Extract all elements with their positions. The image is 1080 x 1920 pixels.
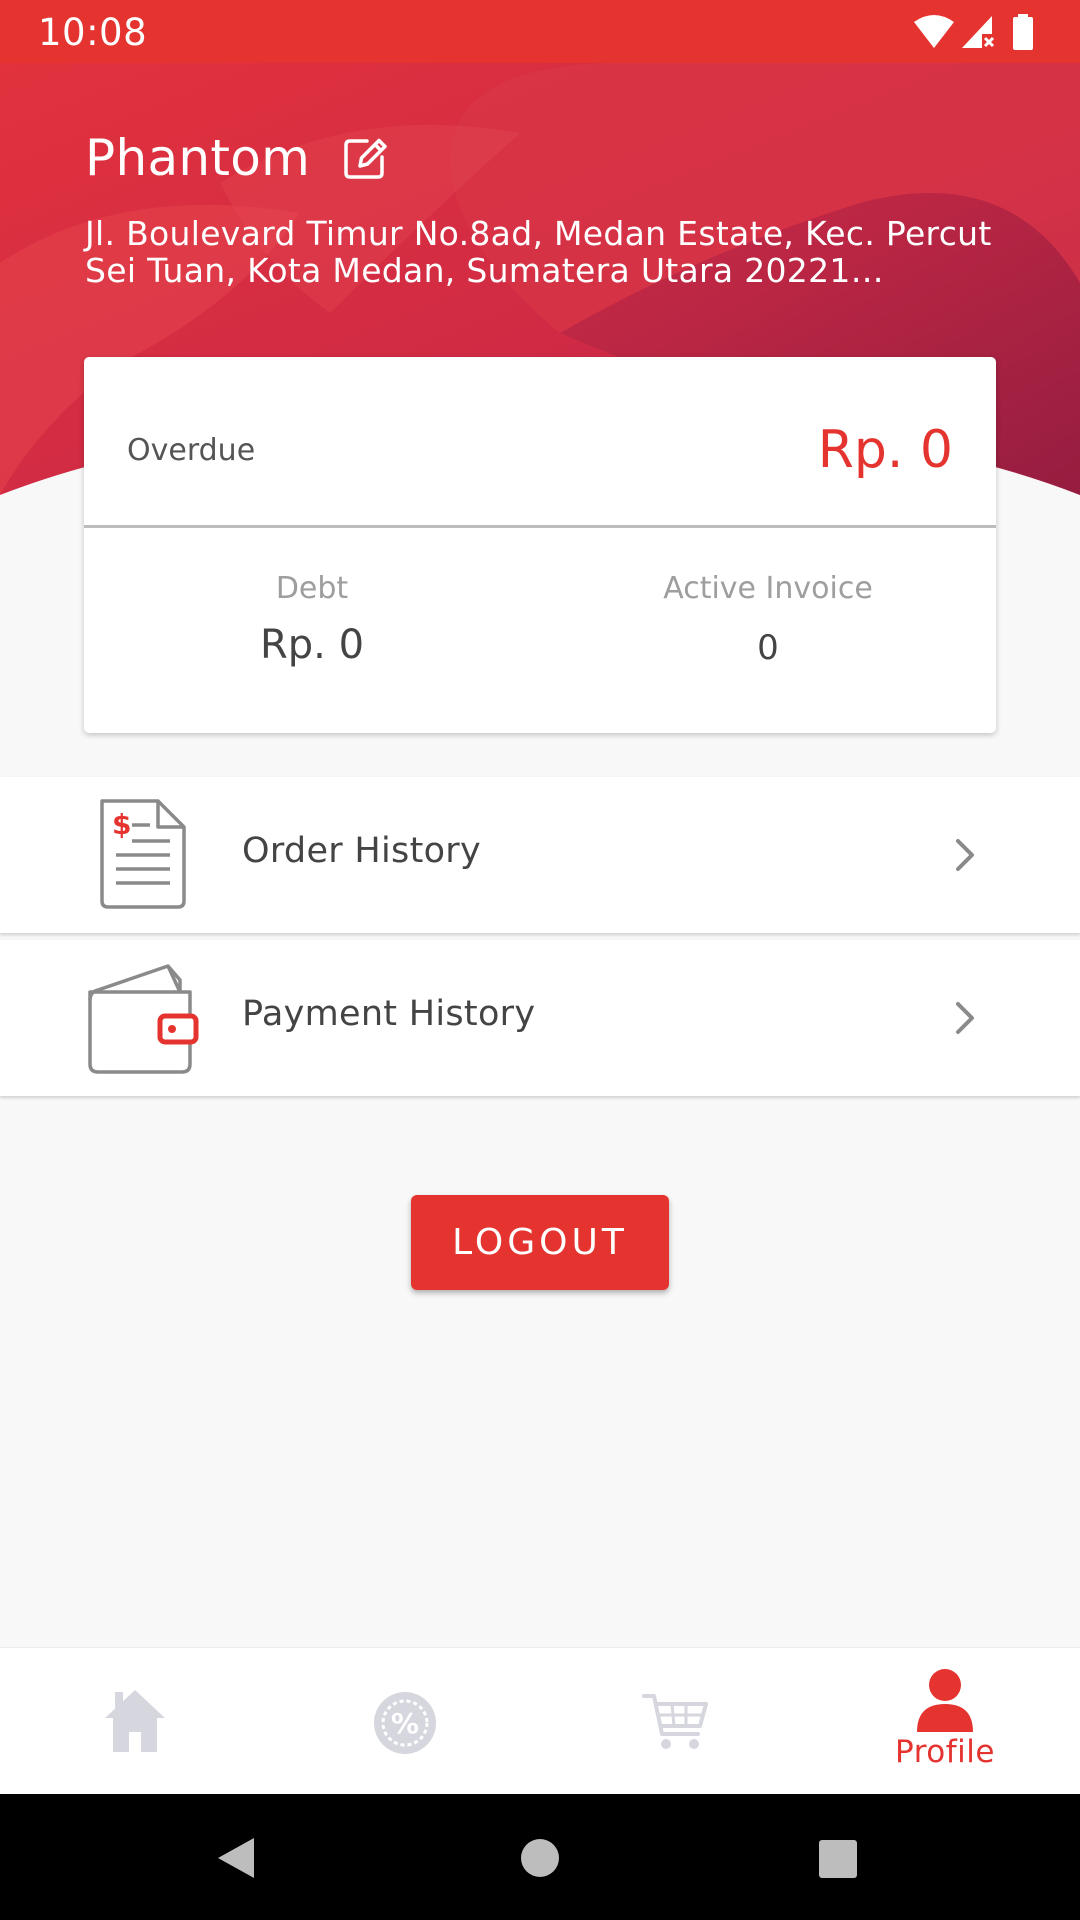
svg-text:%: % <box>391 1707 419 1740</box>
chevron-right-icon <box>956 1002 974 1034</box>
payment-history-item[interactable]: Payment History <box>0 940 1080 1096</box>
order-history-label: Order History <box>242 831 482 871</box>
edit-icon[interactable] <box>340 133 390 183</box>
overdue-row: Overdue Rp. 0 <box>84 357 996 528</box>
logout-button[interactable]: LOGOUT <box>411 1195 669 1290</box>
profile-address: Jl. Boulevard Timur No.8ad, Medan Estate… <box>85 214 992 290</box>
debt-value: Rp. 0 <box>259 622 365 668</box>
status-time: 10:08 <box>38 11 148 54</box>
profile-name: Phantom <box>85 129 311 187</box>
active-invoice-label: Active Invoice <box>663 571 873 606</box>
cart-icon <box>642 1694 708 1749</box>
promo-icon: % <box>374 1692 436 1754</box>
overdue-label: Overdue <box>127 433 256 468</box>
back-icon[interactable] <box>216 1836 256 1880</box>
chevron-right-icon <box>956 839 974 871</box>
svg-text:$: $ <box>112 808 131 841</box>
nav-home[interactable] <box>0 1648 270 1795</box>
wallet-icon <box>88 964 199 1074</box>
invoice-document-icon: $ <box>100 799 186 909</box>
recents-icon[interactable] <box>818 1839 858 1879</box>
debt-label: Debt <box>275 571 349 606</box>
active-invoice-value: 0 <box>757 628 779 668</box>
home-icon <box>105 1690 165 1752</box>
nav-profile-label: Profile <box>895 1734 995 1770</box>
status-icons <box>914 14 1044 50</box>
overdue-value: Rp. 0 <box>817 420 953 480</box>
nav-cart[interactable] <box>540 1648 810 1795</box>
debt-stat: Debt Rp. 0 <box>84 571 540 668</box>
status-bar: 10:08 <box>0 0 1080 63</box>
nav-profile[interactable]: Profile <box>810 1648 1080 1795</box>
profile-screen: 10:08 Phantom Jl. Boulevard Timur No.8ad… <box>0 0 1080 1920</box>
system-navigation-bar <box>0 1794 1080 1920</box>
order-history-item[interactable]: $ Order History <box>0 777 1080 933</box>
active-invoice-stat: Active Invoice 0 <box>540 571 996 668</box>
bottom-navigation: % Profile <box>0 1647 1080 1794</box>
payment-history-label: Payment History <box>242 994 536 1034</box>
home-circle-icon[interactable] <box>520 1838 560 1878</box>
battery-icon <box>1013 14 1033 50</box>
nav-promo[interactable]: % <box>270 1648 540 1795</box>
profile-icon <box>917 1669 973 1732</box>
balance-summary-card: Overdue Rp. 0 Debt Rp. 0 Active Invoice … <box>84 357 996 733</box>
wifi-icon <box>914 15 954 48</box>
cellular-signal-icon <box>962 16 995 48</box>
